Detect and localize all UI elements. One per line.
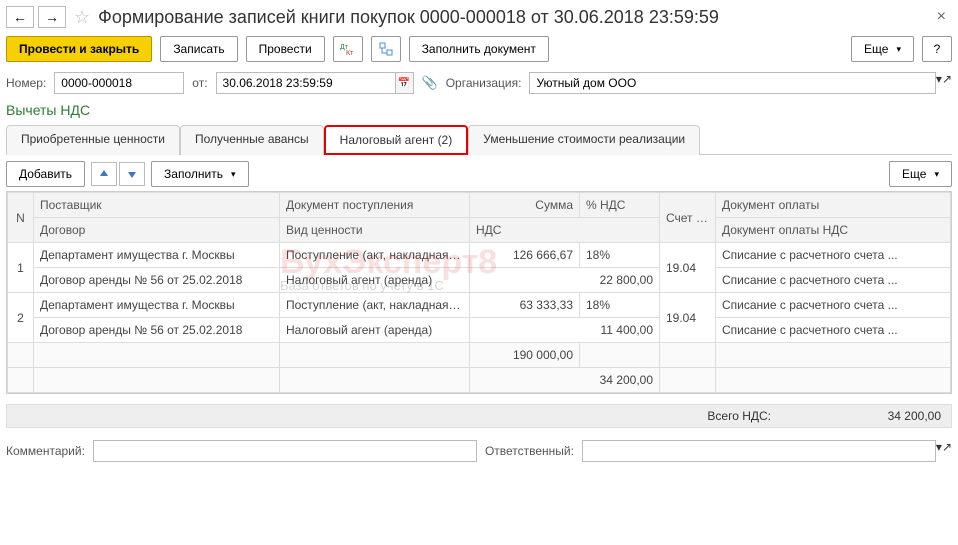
favorite-star-icon[interactable]: ☆	[74, 7, 90, 28]
col-paydocvat[interactable]: Документ оплаты НДС	[716, 218, 951, 243]
move-up-button[interactable]	[91, 162, 117, 186]
cell-contract: Договор аренды № 56 от 25.02.2018	[34, 268, 280, 293]
structure-button[interactable]	[371, 36, 401, 62]
totals-bar: Всего НДС: 34 200,00	[6, 404, 952, 428]
cell-acc: 19.04	[660, 293, 716, 343]
nav-back-button[interactable]: ←	[6, 6, 34, 28]
cell-vatpct: 18%	[580, 293, 660, 318]
col-vatpct[interactable]: % НДС	[580, 193, 660, 218]
cell-supplier: Департамент имущества г. Москвы	[34, 243, 280, 268]
cell-sum: 63 333,33	[470, 293, 580, 318]
page-title: Формирование записей книги покупок 0000-…	[98, 7, 927, 28]
col-supplier[interactable]: Поставщик	[34, 193, 280, 218]
table-row[interactable]: 1Департамент имущества г. МосквыПоступле…	[8, 243, 951, 268]
org-field[interactable]	[529, 72, 935, 94]
data-table[interactable]: N Поставщик Документ поступления Сумма %…	[6, 191, 952, 394]
totals-value: 34 200,00	[811, 409, 941, 423]
svg-text:Кт: Кт	[346, 50, 354, 56]
table-row[interactable]: 2Департамент имущества г. МосквыПоступле…	[8, 293, 951, 318]
calendar-icon[interactable]: 📅	[396, 72, 414, 94]
cell-paydoc: Списание с расчетного счета ...	[716, 293, 951, 318]
totals-label: Всего НДС:	[707, 409, 771, 423]
cell-valuetype: Налоговый агент (аренда)	[280, 318, 470, 343]
cell-vat: 22 800,00	[470, 268, 660, 293]
cell-paydoc: Списание с расчетного счета ...	[716, 243, 951, 268]
close-icon[interactable]: ×	[931, 8, 952, 26]
tree-icon	[379, 42, 393, 56]
cell-n: 2	[8, 293, 34, 343]
responsible-label: Ответственный:	[485, 444, 574, 458]
cell-n: 1	[8, 243, 34, 293]
date-field[interactable]	[216, 72, 396, 94]
responsible-field[interactable]	[582, 440, 936, 462]
cell-sum: 126 666,67	[470, 243, 580, 268]
tab-cost-reduction[interactable]: Уменьшение стоимости реализации	[468, 125, 700, 155]
responsible-open-button[interactable]: ↗	[942, 440, 952, 462]
move-down-button[interactable]	[119, 162, 145, 186]
col-vat[interactable]: НДС	[470, 218, 660, 243]
footer-vat: 34 200,00	[470, 368, 660, 393]
date-label: от:	[192, 76, 207, 90]
cell-doc: Поступление (акт, накладная) ...	[280, 293, 470, 318]
number-field[interactable]	[54, 72, 184, 94]
col-n[interactable]: N	[8, 193, 34, 243]
footer-sum: 190 000,00	[470, 343, 580, 368]
submit-close-button[interactable]: Провести и закрыть	[6, 36, 152, 62]
col-valuetype[interactable]: Вид ценности	[280, 218, 470, 243]
dtkt-button[interactable]: ДтКт	[333, 36, 363, 62]
cell-doc: Поступление (акт, накладная) ...	[280, 243, 470, 268]
fill-rows-button[interactable]: Заполнить	[151, 161, 248, 187]
save-button[interactable]: Записать	[160, 36, 237, 62]
cell-vatpct: 18%	[580, 243, 660, 268]
col-sum[interactable]: Сумма	[470, 193, 580, 218]
tab-acquired-values[interactable]: Приобретенные ценности	[6, 125, 180, 155]
table-row-sub[interactable]: Договор аренды № 56 от 25.02.2018Налогов…	[8, 318, 951, 343]
tab-advances-received[interactable]: Полученные авансы	[180, 125, 324, 155]
more-rows-button[interactable]: Еще	[889, 161, 952, 187]
cell-acc: 19.04	[660, 243, 716, 293]
org-label: Организация:	[446, 76, 522, 90]
submit-button[interactable]: Провести	[246, 36, 325, 62]
cell-paydocvat: Списание с расчетного счета ...	[716, 318, 951, 343]
arrow-down-icon	[126, 168, 138, 180]
cell-paydocvat: Списание с расчетного счета ...	[716, 268, 951, 293]
col-contract[interactable]: Договор	[34, 218, 280, 243]
comment-label: Комментарий:	[6, 444, 85, 458]
footer-vat-row: 34 200,00	[8, 368, 951, 393]
tab-tax-agent[interactable]: Налоговый агент (2)	[324, 125, 469, 155]
section-title: Вычеты НДС	[6, 102, 952, 118]
cell-vat: 11 400,00	[470, 318, 660, 343]
comment-field[interactable]	[93, 440, 477, 462]
arrow-up-icon	[98, 168, 110, 180]
number-label: Номер:	[6, 76, 46, 90]
table-row-sub[interactable]: Договор аренды № 56 от 25.02.2018Налогов…	[8, 268, 951, 293]
org-open-button[interactable]: ↗	[942, 72, 952, 94]
cell-valuetype: Налоговый агент (аренда)	[280, 268, 470, 293]
nav-forward-button[interactable]: →	[38, 6, 66, 28]
cell-contract: Договор аренды № 56 от 25.02.2018	[34, 318, 280, 343]
footer-sum-row: 190 000,00	[8, 343, 951, 368]
dtkt-icon: ДтКт	[340, 42, 356, 56]
help-button[interactable]: ?	[922, 36, 952, 62]
col-paydoc[interactable]: Документ оплаты	[716, 193, 951, 218]
cell-supplier: Департамент имущества г. Москвы	[34, 293, 280, 318]
add-row-button[interactable]: Добавить	[6, 161, 85, 187]
more-button[interactable]: Еще	[851, 36, 914, 62]
pin-icon[interactable]: 📎	[422, 75, 438, 91]
fill-document-button[interactable]: Заполнить документ	[409, 36, 549, 62]
col-acc[interactable]: Счет НДС	[660, 193, 716, 243]
col-doc[interactable]: Документ поступления	[280, 193, 470, 218]
